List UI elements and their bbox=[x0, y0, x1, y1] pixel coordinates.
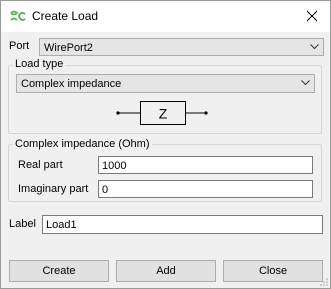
load-type-select-value: Complex impedance bbox=[21, 78, 122, 90]
label-field-label: Label bbox=[9, 218, 36, 230]
label-input-value: Load1 bbox=[46, 219, 77, 231]
app-logo-icon bbox=[10, 10, 26, 21]
load-type-group-title: Load type bbox=[13, 58, 66, 70]
imaginary-part-input[interactable]: 0 bbox=[98, 180, 313, 198]
impedance-diagram: Z bbox=[116, 101, 208, 125]
real-part-label: Real part bbox=[18, 159, 63, 171]
create-load-dialog: Create Load Port WirePort2 Load type Com… bbox=[0, 0, 331, 289]
real-part-input[interactable]: 1000 bbox=[98, 156, 313, 174]
resize-grip-icon[interactable] bbox=[319, 277, 329, 287]
port-select-value: WirePort2 bbox=[44, 42, 93, 54]
label-input[interactable]: Load1 bbox=[42, 215, 323, 234]
port-label: Port bbox=[9, 40, 30, 52]
impedance-symbol: Z bbox=[159, 106, 168, 122]
real-part-value: 1000 bbox=[102, 160, 127, 172]
window-title: Create Load bbox=[32, 9, 99, 23]
add-button[interactable]: Add bbox=[116, 260, 216, 282]
port-select[interactable]: WirePort2 bbox=[39, 38, 324, 56]
chevron-down-icon bbox=[310, 44, 319, 50]
complex-impedance-group-title: Complex impedance (Ohm) bbox=[13, 138, 152, 150]
load-type-select[interactable]: Complex impedance bbox=[16, 74, 315, 93]
title-bar: Create Load bbox=[1, 1, 330, 32]
create-button[interactable]: Create bbox=[9, 260, 109, 282]
imaginary-part-value: 0 bbox=[102, 184, 109, 196]
imaginary-part-label: Imaginary part bbox=[18, 183, 89, 195]
close-icon[interactable] bbox=[305, 9, 319, 23]
chevron-down-icon bbox=[301, 80, 310, 86]
close-button[interactable]: Close bbox=[223, 260, 323, 282]
